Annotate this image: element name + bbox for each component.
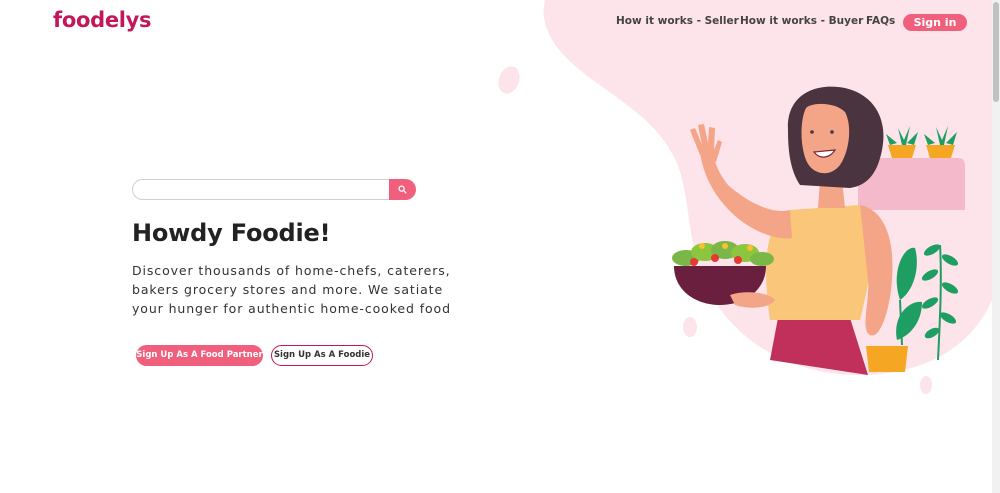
woman-with-salad-illustration: [672, 86, 965, 375]
landing-page: foodelys How it works - Seller How it wo…: [0, 0, 992, 493]
potted-plant-icon: [924, 126, 957, 158]
scrollbar-thumb[interactable]: [993, 2, 999, 102]
page-scrollbar[interactable]: [992, 0, 1000, 493]
potted-plant-icon: [886, 126, 918, 158]
